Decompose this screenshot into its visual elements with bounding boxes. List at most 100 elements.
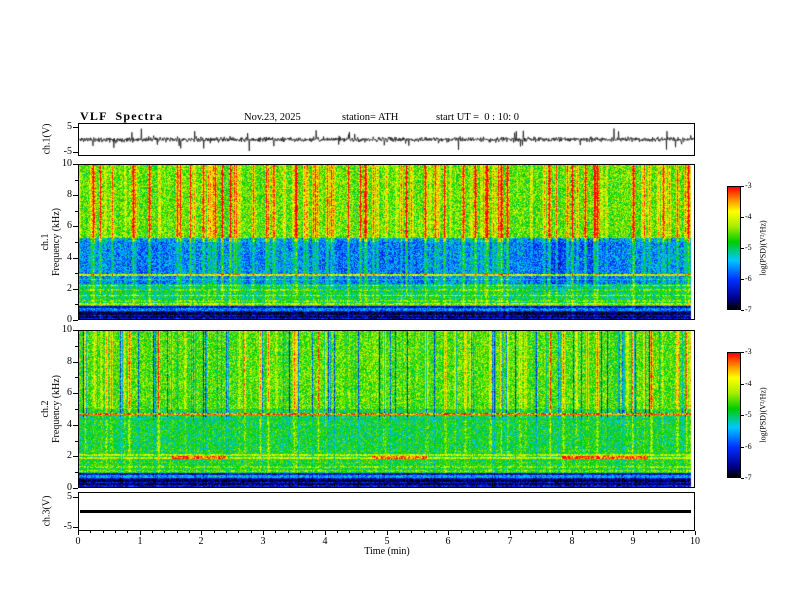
tick-mark bbox=[741, 352, 744, 353]
tick-mark bbox=[300, 531, 301, 533]
tick-mark bbox=[103, 531, 104, 533]
tick-mark bbox=[75, 273, 78, 274]
tick-mark bbox=[73, 497, 78, 498]
tick-mark bbox=[73, 127, 78, 128]
tick-mark bbox=[741, 279, 744, 280]
tick-mark bbox=[251, 531, 252, 533]
tick-mark bbox=[312, 531, 313, 533]
tick-mark bbox=[436, 531, 437, 533]
y-tick-label: 5 bbox=[67, 491, 72, 502]
tick-mark bbox=[73, 527, 78, 528]
tick-mark bbox=[73, 152, 78, 153]
tick-mark bbox=[75, 180, 78, 181]
tick-mark bbox=[374, 531, 375, 533]
y-tick-label: 10 bbox=[62, 158, 72, 169]
figure-title: VLF Spectra bbox=[80, 109, 164, 123]
tick-mark bbox=[337, 531, 338, 533]
x-tick-label: 10 bbox=[690, 536, 700, 547]
y-tick-label: 8 bbox=[67, 356, 72, 367]
x-tick-label: 0 bbox=[75, 536, 81, 547]
tick-mark bbox=[325, 531, 326, 535]
colorbar-ch1 bbox=[727, 186, 741, 310]
tick-mark bbox=[473, 531, 474, 533]
tick-mark bbox=[741, 186, 744, 187]
colorbar-tick-label: -6 bbox=[745, 442, 752, 451]
tick-mark bbox=[741, 384, 744, 385]
tick-mark bbox=[547, 531, 548, 533]
tick-mark bbox=[73, 456, 78, 457]
y-tick-label: 2 bbox=[67, 450, 72, 461]
tick-mark bbox=[741, 478, 744, 479]
tick-mark bbox=[75, 211, 78, 212]
tick-mark bbox=[78, 531, 79, 535]
y-tick-label: 10 bbox=[62, 324, 72, 335]
y-tick-label: 6 bbox=[67, 387, 72, 398]
tick-mark bbox=[226, 531, 227, 533]
tick-mark bbox=[448, 531, 449, 535]
colorbar-tick-label: -6 bbox=[745, 274, 752, 283]
tick-mark bbox=[741, 217, 744, 218]
x-tick-label: 9 bbox=[630, 536, 636, 547]
tick-mark bbox=[90, 531, 91, 533]
tick-mark bbox=[75, 242, 78, 243]
x-tick-label: 8 bbox=[569, 536, 575, 547]
tick-mark bbox=[152, 531, 153, 533]
tick-mark bbox=[75, 346, 78, 347]
tick-mark bbox=[461, 531, 462, 533]
ch1-waveform-canvas bbox=[79, 124, 694, 155]
colorbar-tick-label: -5 bbox=[745, 243, 752, 252]
tick-mark bbox=[646, 531, 647, 533]
ch2-spec-ylabel-line2: Frequency (kHz) bbox=[51, 374, 62, 444]
x-tick-label: 4 bbox=[322, 536, 328, 547]
ch3-flat-line bbox=[80, 510, 691, 513]
colorbar-ch2-label: log(PSD)(V²/Hz) bbox=[758, 387, 768, 443]
ch1-spectrogram-canvas bbox=[79, 165, 694, 319]
y-tick-label: 2 bbox=[67, 283, 72, 294]
tick-mark bbox=[411, 531, 412, 533]
y-tick-label: 8 bbox=[67, 189, 72, 200]
tick-mark bbox=[387, 531, 388, 535]
tick-mark bbox=[522, 531, 523, 533]
tick-mark bbox=[609, 531, 610, 533]
tick-mark bbox=[73, 393, 78, 394]
y-tick-label: 5 bbox=[67, 121, 72, 132]
tick-mark bbox=[189, 531, 190, 533]
date-text: Nov.23, 2025 bbox=[244, 112, 301, 123]
tick-mark bbox=[127, 531, 128, 533]
colorbar-tick-label: -3 bbox=[745, 181, 752, 190]
vlf-spectra-figure: VLF Spectra Nov.23, 2025 station= ATH st… bbox=[0, 0, 792, 612]
tick-mark bbox=[485, 531, 486, 533]
y-tick-label: -5 bbox=[63, 521, 72, 532]
tick-mark bbox=[658, 531, 659, 533]
colorbar-ch2 bbox=[727, 352, 741, 478]
tick-mark bbox=[73, 362, 78, 363]
station-text: station= ATH bbox=[342, 112, 399, 123]
x-tick-label: 1 bbox=[137, 536, 143, 547]
tick-mark bbox=[633, 531, 634, 535]
tick-mark bbox=[177, 531, 178, 533]
tick-mark bbox=[75, 377, 78, 378]
tick-mark bbox=[73, 488, 78, 489]
colorbar-tick-label: -7 bbox=[745, 473, 752, 482]
tick-mark bbox=[559, 531, 560, 533]
tick-mark bbox=[741, 415, 744, 416]
tick-mark bbox=[75, 441, 78, 442]
tick-mark bbox=[263, 531, 264, 535]
colorbar-tick-label: -4 bbox=[745, 212, 752, 221]
colorbar-ch1-label: log(PSD)(V²/Hz) bbox=[758, 220, 768, 276]
y-tick-label: 6 bbox=[67, 220, 72, 231]
x-tick-label: 2 bbox=[198, 536, 204, 547]
y-tick-label: -5 bbox=[63, 146, 72, 157]
tick-mark bbox=[73, 289, 78, 290]
x-tick-label: 5 bbox=[384, 536, 390, 547]
ch1-spec-ylabel-line1: ch.1 bbox=[40, 233, 51, 251]
tick-mark bbox=[238, 531, 239, 533]
y-tick-label: 4 bbox=[67, 419, 72, 430]
tick-mark bbox=[424, 531, 425, 533]
tick-mark bbox=[201, 531, 202, 535]
x-tick-label: 6 bbox=[445, 536, 451, 547]
tick-mark bbox=[73, 195, 78, 196]
tick-mark bbox=[75, 304, 78, 305]
colorbar-tick-label: -4 bbox=[745, 379, 752, 388]
tick-mark bbox=[115, 531, 116, 533]
